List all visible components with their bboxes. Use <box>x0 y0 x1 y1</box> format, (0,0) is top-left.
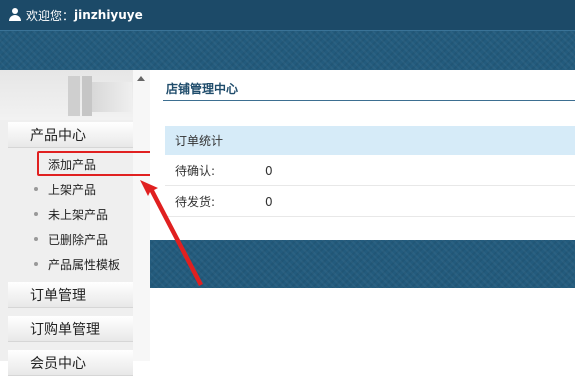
username: jinzhiyuye <box>74 8 143 22</box>
sidebar-section-purchase-order-management[interactable]: 订购单管理 <box>8 316 133 342</box>
annotation-highlight-box <box>37 151 161 176</box>
title-divider <box>163 100 575 101</box>
sidebar-item-unlisted-products[interactable]: 未上架产品 <box>34 204 108 224</box>
sidebar-section-label: 订购单管理 <box>30 321 100 338</box>
order-stats-title: 订单统计 <box>175 134 224 148</box>
sidebar-decoration <box>0 70 133 120</box>
sidebar-section-order-management[interactable]: 订单管理 <box>8 282 133 308</box>
stats-value: 0 <box>265 194 273 209</box>
user-icon <box>9 8 21 22</box>
sidebar-section-label: 订单管理 <box>30 287 86 304</box>
sidebar-item-label: 未上架产品 <box>48 207 109 222</box>
bullet-icon <box>34 212 38 216</box>
stats-row-pending-confirmation: 待确认: 0 <box>165 156 575 186</box>
sidebar-item-listed-products[interactable]: 上架产品 <box>34 179 96 199</box>
sidebar-item-label: 已删除产品 <box>48 232 109 247</box>
main-content: 店铺管理中心 订单统计 待确认: 0 待发货: 0 <box>150 70 575 361</box>
page-title: 店铺管理中心 <box>166 82 239 96</box>
sidebar-item-attribute-templates[interactable]: 产品属性模板 <box>34 254 120 274</box>
sidebar-section-label: 产品中心 <box>30 127 86 144</box>
main-footer-band <box>150 240 575 288</box>
sidebar-scrollbar[interactable] <box>133 70 150 361</box>
sidebar-section-product-center[interactable]: 产品中心 <box>8 122 133 148</box>
banner-divider <box>0 30 575 31</box>
sidebar-item-deleted-products[interactable]: 已删除产品 <box>34 229 108 249</box>
bullet-icon <box>34 237 38 241</box>
bullet-icon <box>34 262 38 266</box>
sidebar-item-label: 产品属性模板 <box>48 257 121 272</box>
stats-label: 待发货: <box>175 195 216 209</box>
order-stats-header: 订单统计 <box>165 126 575 155</box>
stats-label: 待确认: <box>175 164 216 178</box>
welcome-text: 欢迎您： <box>26 8 75 23</box>
sidebar-section-member-center[interactable]: 会员中心 <box>8 350 133 376</box>
sidebar-section-label: 会员中心 <box>30 355 86 372</box>
stats-row-pending-shipment: 待发货: 0 <box>165 187 575 217</box>
stats-value: 0 <box>265 163 273 178</box>
top-bar: 欢迎您： jinzhiyuye <box>0 0 575 30</box>
scroll-up-icon[interactable] <box>137 76 145 81</box>
sidebar-item-label: 上架产品 <box>48 182 97 197</box>
header-banner <box>0 30 575 70</box>
bullet-icon <box>34 187 38 191</box>
